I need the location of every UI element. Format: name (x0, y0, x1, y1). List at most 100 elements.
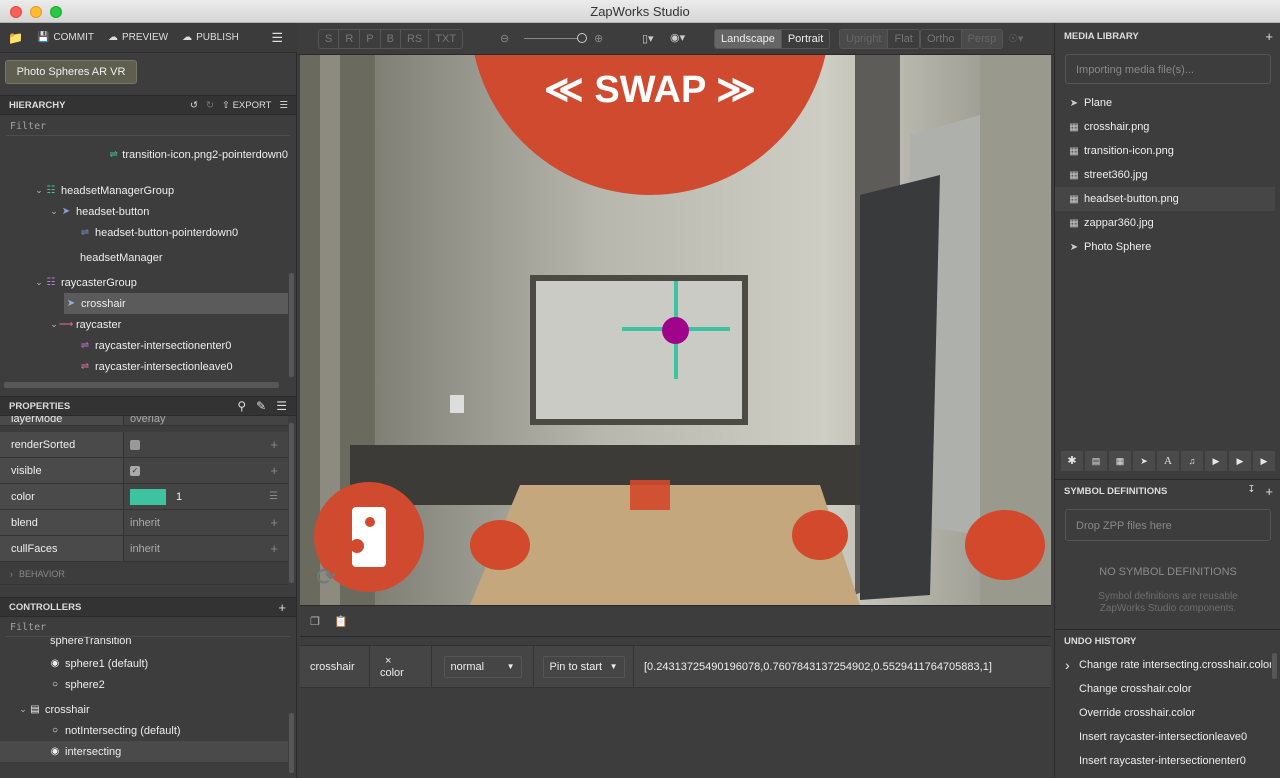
mode-button-txt[interactable]: TXT (429, 30, 462, 48)
crosshair-dot[interactable] (662, 317, 689, 344)
menu-icon[interactable]: ☰ (271, 30, 283, 46)
undo-item[interactable]: › Change rate intersecting.crosshair.colo… (1055, 653, 1271, 677)
add-media-icon[interactable]: + (1265, 29, 1273, 44)
publish-button[interactable]: ☁ PUBLISH (182, 32, 239, 43)
paste-icon[interactable]: 📋 (334, 615, 348, 628)
device-icon[interactable]: ▯▾ (642, 32, 654, 45)
tree-item-headset-pointerdown[interactable]: ⇌ headset-button-pointerdown0 (0, 222, 288, 243)
zpp-drop-zone[interactable]: Drop ZPP files here (1065, 509, 1271, 541)
hierarchy-menu-icon[interactable]: ☰ (279, 100, 288, 111)
redo-icon[interactable]: ↻ (206, 100, 214, 111)
media-item-photo-sphere[interactable]: ➤ Photo Sphere (1055, 235, 1275, 259)
tree-item-raycaster-leave[interactable]: ⇌ raycaster-intersectionleave0 (0, 356, 288, 377)
prop-row-cullfaces[interactable]: cullFaces inherit + (0, 536, 288, 562)
radio-icon[interactable]: ○ (48, 725, 62, 736)
prop-row-visible[interactable]: visible ✓ + (0, 458, 288, 484)
pin-select[interactable]: Pin to start ▼ (542, 655, 625, 678)
search-icon[interactable]: ⚲ (237, 399, 246, 413)
tree-item-crosshair[interactable]: ➤ crosshair (64, 293, 288, 314)
prop-row-rendersorted[interactable]: renderSorted + (0, 432, 288, 458)
media-item-transition-icon[interactable]: ▦ transition-icon.png (1055, 139, 1275, 163)
add-icon[interactable]: + (270, 437, 278, 452)
flat-button[interactable]: Flat (888, 30, 918, 48)
tree-item-headsetmanager[interactable]: headsetManager (0, 247, 288, 268)
all-filter-icon[interactable]: ✱ (1061, 451, 1083, 471)
chevron-down-icon[interactable]: ⌄ (18, 704, 28, 715)
state-notintersecting[interactable]: ○ notIntersecting (default) (0, 720, 288, 741)
controllers-filter-input[interactable]: Filter (6, 619, 290, 637)
rendersorted-checkbox[interactable] (130, 439, 140, 450)
properties-menu-icon[interactable]: ☰ (276, 399, 287, 413)
commit-button[interactable]: 💾 COMMIT (37, 32, 94, 43)
mode-button-r[interactable]: R (339, 30, 361, 48)
undo-scrollbar[interactable] (1272, 653, 1277, 679)
hierarchy-h-scrollbar[interactable] (4, 382, 279, 388)
color-swatch[interactable] (130, 488, 166, 505)
image-filter-icon[interactable]: ▦ (1109, 451, 1131, 471)
3d-viewport[interactable]: ≪ SWAP ≫ ⟳ (300, 55, 1051, 605)
portrait-button[interactable]: Portrait (782, 30, 829, 48)
add-icon[interactable]: + (270, 463, 278, 478)
prop-row-blend[interactable]: blend inherit + (0, 510, 288, 536)
add-icon[interactable]: + (270, 541, 278, 556)
video2-filter-icon[interactable]: ▶ (1229, 451, 1251, 471)
list-icon[interactable]: ☰ (269, 491, 278, 502)
behavior-section-toggle[interactable]: › BEHAVIOR (0, 563, 288, 585)
media-item-zappar360[interactable]: ▦ zappar360.jpg (1055, 211, 1275, 235)
tree-item-headsetmanagergroup[interactable]: ⌄ ☷ headsetManagerGroup (0, 180, 288, 201)
tree-item-headset-button[interactable]: ⌄ ➤ headset-button (0, 201, 288, 222)
rocket-filter-icon[interactable]: ➤ (1133, 451, 1155, 471)
visibility-icon[interactable]: ☉▾ (1008, 32, 1023, 45)
landscape-button[interactable]: Landscape (715, 30, 782, 48)
state-intersecting[interactable]: ◉ intersecting (0, 741, 288, 762)
tree-item-transition-pointerdown[interactable]: ⇌ transition-icon.png2-pointerdown0 (0, 144, 288, 165)
state-sphere2[interactable]: ○ sphere2 (0, 674, 288, 695)
ease-select[interactable]: normal ▼ (443, 655, 522, 678)
font-filter-icon[interactable]: A (1157, 451, 1179, 471)
undo-item[interactable]: Insert raycaster-intersectionenter0 (1055, 749, 1271, 773)
visible-checkbox[interactable]: ✓ (130, 465, 140, 476)
swap-button[interactable]: ≪ SWAP ≫ (530, 63, 770, 115)
globe-icon[interactable]: ◉▾ (670, 31, 685, 44)
copy-icon[interactable]: ❐ (310, 615, 320, 628)
keyframe-row[interactable]: crosshair × color normal ▼ Pin to start ▼ … (300, 645, 1051, 688)
hierarchy-filter-input[interactable]: Filter (6, 118, 290, 136)
undo-item[interactable]: Insert raycaster-intersectionleave0 (1055, 725, 1271, 749)
add-controller-icon[interactable]: + (278, 600, 286, 615)
mode-button-s[interactable]: S (319, 30, 340, 48)
media-item-plane[interactable]: ➤ Plane (1055, 91, 1275, 115)
video3-filter-icon[interactable]: ▶ (1253, 451, 1275, 471)
add-icon[interactable]: + (270, 515, 278, 530)
chevron-down-icon[interactable]: ⌄ (49, 319, 59, 330)
upright-button[interactable]: Upright (840, 30, 889, 48)
undo-item[interactable]: Change crosshair.color (1055, 677, 1271, 701)
remove-property-icon[interactable]: × (380, 655, 431, 667)
controllers-scrollbar[interactable] (289, 713, 294, 773)
state-sphere1[interactable]: ◉ sphere1 (default) (0, 653, 288, 674)
keyframe-value[interactable]: [0.24313725490196078,0.7607843137254902,… (634, 646, 1051, 687)
download-icon[interactable]: ↧ (1247, 484, 1255, 499)
pencil-icon[interactable]: ✎ (256, 399, 266, 413)
undo-icon[interactable]: ↺ (190, 100, 198, 111)
zoom-in-icon[interactable]: ⊕ (594, 32, 603, 45)
project-name-button[interactable]: Photo Spheres AR VR (5, 60, 137, 84)
mode-button-b[interactable]: B (381, 30, 401, 48)
tree-item-raycaster-enter[interactable]: ⇌ raycaster-intersectionenter0 (0, 335, 288, 356)
undo-item[interactable]: Override crosshair.color (1055, 701, 1271, 725)
video-filter-icon[interactable]: ▶ (1205, 451, 1227, 471)
mode-button-p[interactable]: P (360, 30, 381, 48)
audio-filter-icon[interactable]: ♫ (1181, 451, 1203, 471)
persp-button[interactable]: Persp (961, 30, 1003, 48)
media-item-headset-button[interactable]: ▦ headset-button.png (1055, 187, 1275, 211)
chevron-down-icon[interactable]: ⌄ (34, 277, 44, 288)
controller-crosshair[interactable]: ⌄ ▤ crosshair (0, 699, 288, 720)
refresh-icon[interactable]: ⟳ (316, 563, 336, 592)
radio-selected-icon[interactable]: ◉ (48, 658, 62, 669)
ortho-button[interactable]: Ortho (921, 30, 962, 48)
radio-selected-icon[interactable]: ◉ (48, 746, 62, 757)
properties-scrollbar[interactable] (289, 423, 294, 583)
document-filter-icon[interactable]: ▤ (1085, 451, 1107, 471)
zoom-slider[interactable] (524, 38, 582, 39)
radio-icon[interactable]: ○ (48, 679, 62, 690)
minimize-window-button[interactable] (30, 6, 42, 18)
